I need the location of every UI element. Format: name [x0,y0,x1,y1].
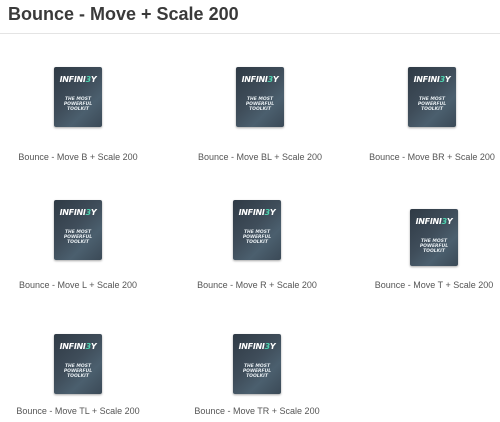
preset-caption[interactable]: Bounce - Move TL + Scale 200 [3,406,153,416]
infinity-logo: INFINI3Y [59,75,97,84]
preset-caption[interactable]: Bounce - Move B + Scale 200 [3,152,153,162]
preset-caption[interactable]: Bounce - Move TR + Scale 200 [182,406,332,416]
gallery-item[interactable]: INFINI3Y THE MOST POWERFUL TOOLKIT Bounce … [185,64,335,174]
gallery-item[interactable]: INFINI3Y THE MOST POWERFUL TOOLKIT Bounce … [359,197,500,307]
infinity-logo: INFINI3Y [413,75,451,84]
preset-caption[interactable]: Bounce - Move L + Scale 200 [3,280,153,290]
preset-caption[interactable]: Bounce - Move R + Scale 200 [182,280,332,290]
gallery-item[interactable]: INFINI3Y THE MOST POWERFUL TOOLKIT Bounce … [3,331,153,422]
thumbnail-tagline: THE MOST POWERFUL TOOLKIT [419,239,449,255]
thumbnail-tagline: THE MOST POWERFUL TOOLKIT [63,230,93,246]
preset-thumbnail[interactable]: INFINI3Y THE MOST POWERFUL TOOLKIT [54,67,102,127]
thumbnail-tagline: THE MOST POWERFUL TOOLKIT [417,97,447,113]
thumbnail-tagline: THE MOST POWERFUL TOOLKIT [242,364,272,380]
preset-caption[interactable]: Bounce - Move BR + Scale 200 [357,152,500,162]
gallery-item[interactable]: INFINI3Y THE MOST POWERFUL TOOLKIT Bounce … [182,197,332,307]
infinity-logo: INFINI3Y [238,342,276,351]
preset-caption[interactable]: Bounce - Move T + Scale 200 [359,280,500,290]
preset-thumbnail[interactable]: INFINI3Y THE MOST POWERFUL TOOLKIT [54,200,102,260]
header: Bounce - Move + Scale 200 [0,0,500,34]
page: Bounce - Move + Scale 200 INFINI3Y THE M… [0,0,500,422]
infinity-logo: INFINI3Y [238,208,276,217]
thumbnail-tagline: THE MOST POWERFUL TOOLKIT [242,230,272,246]
infinity-logo: INFINI3Y [241,75,279,84]
gallery-item[interactable]: INFINI3Y THE MOST POWERFUL TOOLKIT Bounce … [3,197,153,307]
thumbnail-tagline: THE MOST POWERFUL TOOLKIT [63,364,93,380]
preset-caption[interactable]: Bounce - Move BL + Scale 200 [185,152,335,162]
gallery-item[interactable]: INFINI3Y THE MOST POWERFUL TOOLKIT Bounce … [357,64,500,174]
thumbnail-tagline: THE MOST POWERFUL TOOLKIT [245,97,275,113]
preset-thumbnail[interactable]: INFINI3Y THE MOST POWERFUL TOOLKIT [233,334,281,394]
preset-thumbnail[interactable]: INFINI3Y THE MOST POWERFUL TOOLKIT [408,67,456,127]
preset-thumbnail[interactable]: INFINI3Y THE MOST POWERFUL TOOLKIT [410,209,458,266]
gallery-item[interactable]: INFINI3Y THE MOST POWERFUL TOOLKIT Bounce … [3,64,153,174]
preset-thumbnail[interactable]: INFINI3Y THE MOST POWERFUL TOOLKIT [54,334,102,394]
preset-thumbnail[interactable]: INFINI3Y THE MOST POWERFUL TOOLKIT [236,67,284,127]
page-title: Bounce - Move + Scale 200 [8,4,239,24]
preset-thumbnail[interactable]: INFINI3Y THE MOST POWERFUL TOOLKIT [233,200,281,260]
infinity-logo: INFINI3Y [59,208,97,217]
thumbnail-tagline: THE MOST POWERFUL TOOLKIT [63,97,93,113]
infinity-logo: INFINI3Y [59,342,97,351]
gallery-item[interactable]: INFINI3Y THE MOST POWERFUL TOOLKIT Bounce … [182,331,332,422]
infinity-logo: INFINI3Y [415,217,453,226]
